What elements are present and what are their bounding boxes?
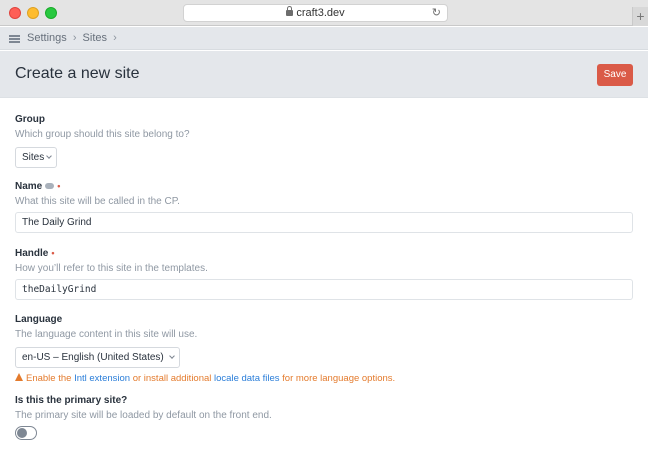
primary-site-field: Is this the primary site? The primary si…: [15, 395, 633, 421]
primary-site-label: Is this the primary site?: [15, 395, 128, 406]
name-label-row: Name •: [15, 181, 633, 192]
warning-suffix: for more language options.: [282, 373, 396, 384]
language-field: Language The language content in this si…: [15, 314, 633, 384]
translatable-icon: [45, 183, 55, 189]
breadcrumb-item-settings[interactable]: Settings: [27, 32, 67, 44]
intl-extension-link[interactable]: Intl extension: [74, 373, 130, 384]
url-text: craft3.dev: [296, 7, 345, 19]
group-select[interactable]: Sites: [15, 147, 57, 168]
breadcrumb-separator: ›: [72, 32, 77, 44]
warning-prefix: Enable the: [26, 373, 72, 384]
locale-data-files-link[interactable]: locale data files: [214, 373, 279, 384]
name-field: Name • What this site will be called in t…: [15, 181, 633, 233]
breadcrumb: Settings › Sites ›: [27, 32, 120, 44]
browser-titlebar: craft3.dev ↻ +: [0, 0, 648, 26]
page-title: Create a new site: [15, 65, 140, 82]
handle-label-row: Handle •: [15, 248, 633, 259]
address-bar[interactable]: craft3.dev ↻: [183, 4, 448, 22]
language-select[interactable]: en-US – English (United States): [15, 347, 180, 368]
warning-middle: or install additional: [132, 373, 212, 384]
zoom-window-button[interactable]: [45, 7, 57, 19]
handle-label: Handle: [15, 248, 49, 259]
save-button[interactable]: Save: [597, 64, 633, 86]
primary-site-instructions: The primary site will be loaded by defau…: [15, 410, 272, 421]
name-input[interactable]: The Daily Grind: [15, 212, 633, 233]
group-label: Group: [15, 114, 45, 125]
language-warning: Enable the Intl extension or install add…: [15, 373, 633, 384]
hamburger-icon[interactable]: [9, 35, 20, 43]
lock-icon: [286, 6, 294, 16]
toggle-knob: [17, 428, 27, 438]
group-select-value: Sites: [22, 152, 45, 163]
language-select-value: en-US – English (United States): [22, 352, 164, 363]
language-label: Language: [15, 314, 63, 325]
close-window-button[interactable]: [9, 7, 21, 19]
plus-icon: +: [636, 8, 645, 24]
name-label: Name: [15, 181, 43, 192]
handle-input[interactable]: theDailyGrind: [15, 279, 633, 300]
breadcrumb-separator: ›: [113, 32, 117, 44]
chevron-down-icon: [169, 353, 175, 359]
reload-icon[interactable]: ↻: [432, 5, 441, 22]
breadcrumb-item-sites[interactable]: Sites: [83, 32, 107, 44]
required-indicator: •: [57, 181, 61, 191]
new-tab-button[interactable]: +: [632, 7, 648, 26]
language-instructions: The language content in this site will u…: [15, 329, 198, 340]
handle-instructions: How you’ll refer to this site in the tem…: [15, 263, 208, 274]
group-field: Group Which group should this site belon…: [15, 114, 633, 168]
chevron-down-icon: [46, 153, 52, 159]
name-instructions: What this site will be called in the CP.: [15, 196, 180, 207]
required-indicator: •: [51, 248, 55, 258]
group-instructions: Which group should this site belong to?: [15, 129, 190, 140]
page-header: Create a new site Save: [0, 51, 648, 98]
primary-site-toggle[interactable]: [15, 426, 37, 440]
breadcrumb-bar: Settings › Sites ›: [0, 27, 648, 50]
handle-field: Handle • How you’ll refer to this site in…: [15, 248, 633, 300]
minimize-window-button[interactable]: [27, 7, 39, 19]
warning-icon: [15, 373, 23, 381]
